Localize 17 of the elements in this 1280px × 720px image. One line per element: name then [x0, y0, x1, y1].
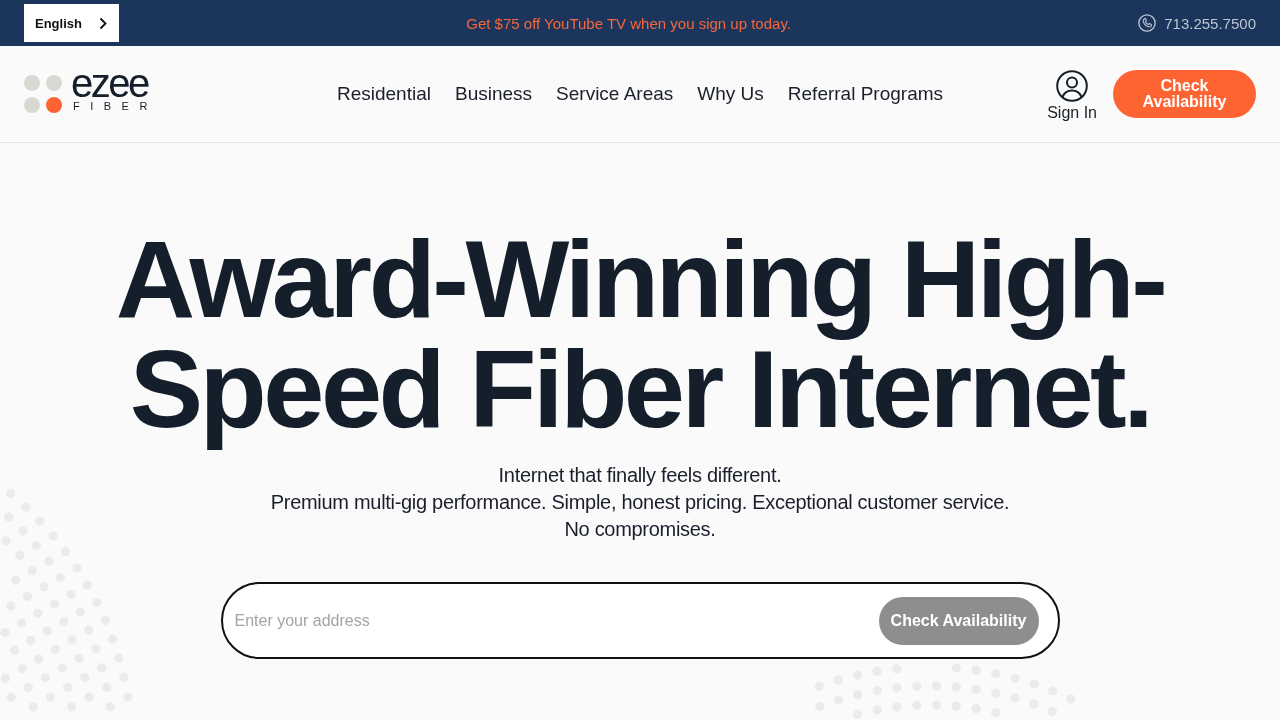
promo-banner-text[interactable]: Get $75 off YouTube TV when you sign up today.: [466, 14, 791, 32]
phone-icon: [1138, 14, 1157, 32]
logo-dots-icon[interactable]: [24, 75, 62, 113]
hero-subtitle: Internet that finally feels different. Premium multi-gig performance. Simple, honest pricing. Exceptional customer service. No compromises.: [270, 463, 1010, 542]
nav-link[interactable]: Residential: [336, 83, 431, 105]
hero-headline: Award-Winning High-Speed Fiber Internet.: [114, 220, 1166, 452]
phone-number[interactable]: 713.255.7500: [1164, 14, 1256, 32]
nav-link[interactable]: Referral Programs: [787, 83, 944, 105]
nav-link[interactable]: Business: [454, 83, 533, 105]
nav-link[interactable]: Service Areas: [556, 83, 674, 105]
nav-link[interactable]: Why Us: [697, 83, 764, 105]
user-icon[interactable]: [1056, 70, 1089, 102]
logo-wordmark[interactable]: ezee: [71, 68, 148, 98]
sign-in-link[interactable]: Sign In: [1047, 104, 1097, 122]
logo-tagline: FIBER: [72, 100, 158, 112]
chevron-right-icon: [99, 16, 107, 30]
language-button[interactable]: English: [24, 4, 119, 42]
